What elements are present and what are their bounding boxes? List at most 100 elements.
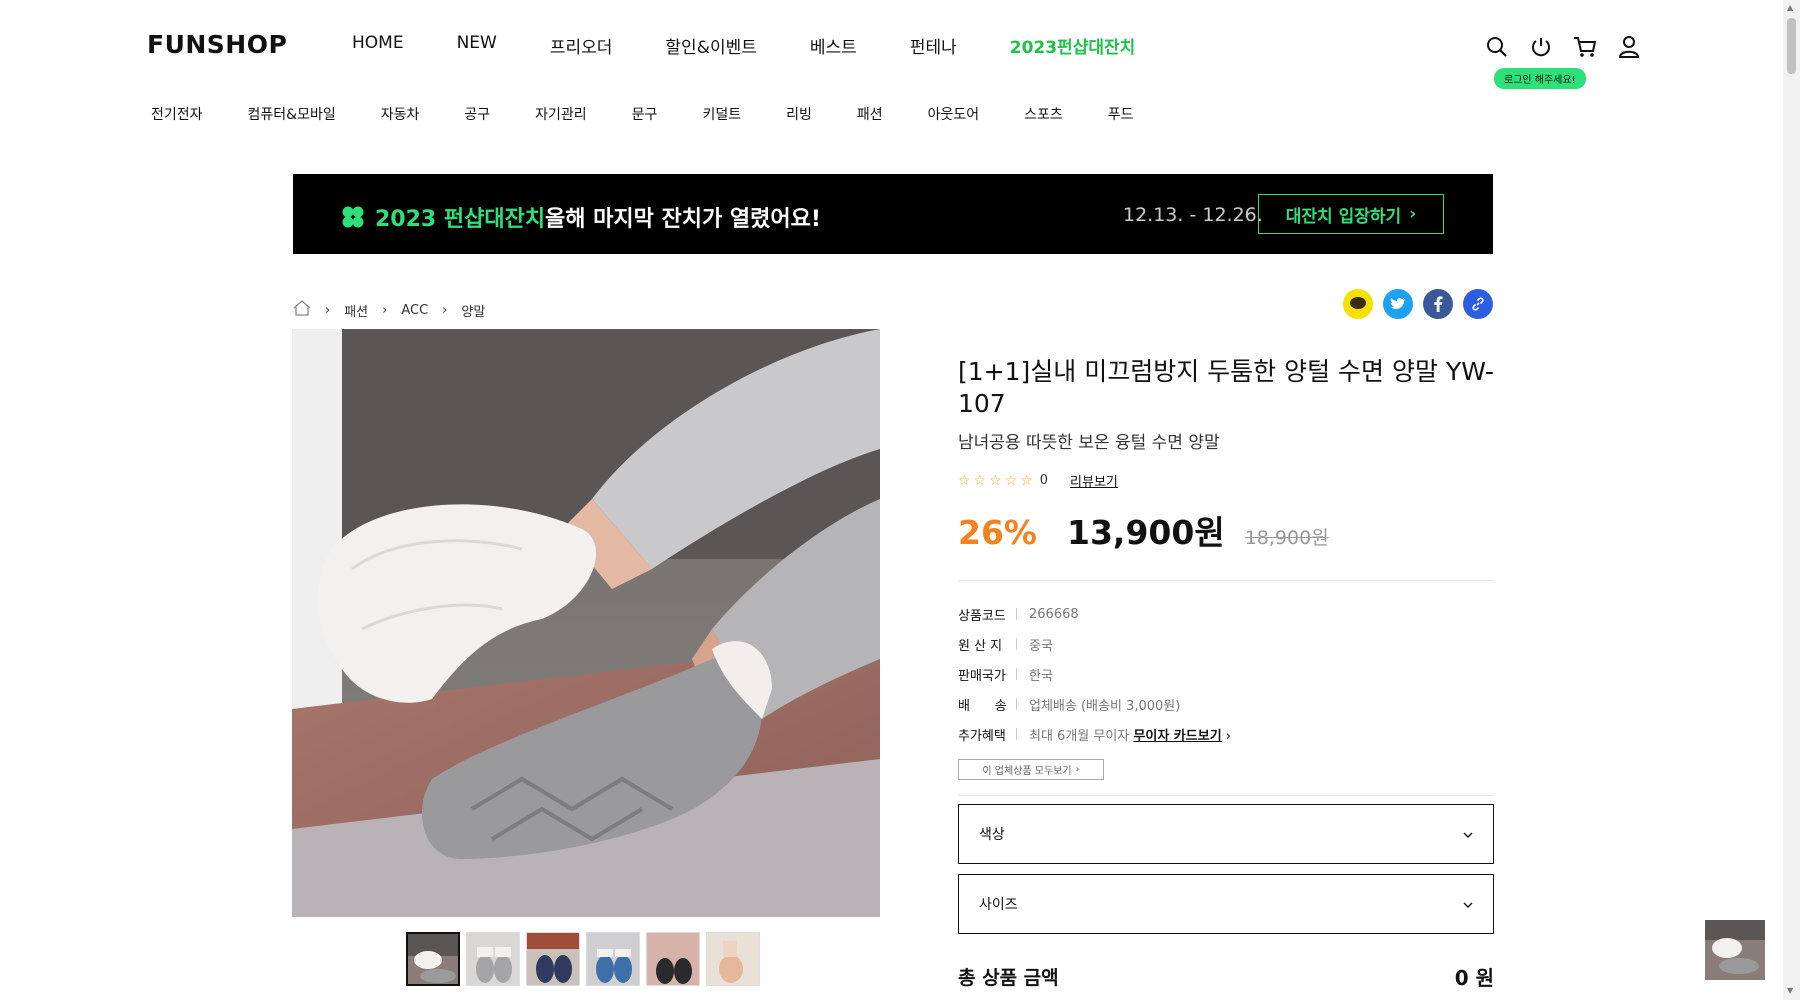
review-link[interactable]: 리뷰보기	[1070, 471, 1118, 490]
scrollbar-thumb[interactable]	[1787, 18, 1796, 74]
power-icon[interactable]	[1528, 34, 1554, 60]
spec-value: 업체배송 (배송비 3,000원)	[1029, 698, 1181, 714]
breadcrumb-socks[interactable]: 양말	[461, 301, 485, 320]
star-rating: ☆☆☆☆☆	[958, 472, 1036, 489]
banner-enter-button[interactable]: 대잔치 입장하기 ›	[1258, 194, 1444, 234]
thumbnail-3[interactable]	[526, 932, 580, 986]
nav-festival[interactable]: 2023펀샵대잔치	[1010, 33, 1136, 58]
home-icon[interactable]	[293, 300, 311, 320]
spec-label: 상품코드	[958, 608, 1006, 624]
thumbnail-6[interactable]	[706, 932, 760, 986]
divider	[1016, 608, 1017, 620]
color-select[interactable]: 색상	[958, 804, 1494, 864]
festival-banner[interactable]: 2023 펀샵대잔치 올해 마지막 잔치가 열렸어요! 12.13. - 12.…	[293, 174, 1493, 254]
recent-product-thumbnail[interactable]	[1705, 920, 1765, 980]
divider	[958, 580, 1494, 581]
cat-selfcare[interactable]: 자기관리	[535, 104, 587, 124]
spec-label: 원 산 지	[958, 638, 1003, 654]
product-main-image[interactable]	[292, 329, 880, 917]
breadcrumb-fashion[interactable]: 패션	[344, 301, 368, 320]
nav-sale-event[interactable]: 할인&이벤트	[665, 33, 756, 58]
total-row: 총 상품 금액 0 원	[958, 962, 1494, 991]
spec-label: 배 송	[958, 698, 1007, 714]
link-copy-icon[interactable]	[1463, 289, 1493, 319]
spec-row-origin: 원 산 지 중국	[958, 629, 1494, 659]
twitter-share-icon[interactable]	[1383, 289, 1413, 319]
vendor-button-label: 이 업체상품 모두보기	[982, 766, 1072, 777]
thumbnail-2[interactable]	[466, 932, 520, 986]
banner-title: 2023 펀샵대잔치	[341, 201, 545, 233]
review-count: 0	[1039, 473, 1049, 488]
spec-row-benefit: 추가혜택 최대 6개월 무이자 무이자 카드보기 ›	[958, 719, 1494, 749]
benefit-text: 최대 6개월 무이자	[1029, 728, 1130, 744]
product-info: [1+1]실내 미끄럼방지 두툼한 양털 수면 양말 YW-107 남녀공용 따…	[958, 356, 1494, 991]
cart-icon[interactable]	[1572, 34, 1598, 60]
divider	[1016, 668, 1017, 680]
spec-label: 판매국가	[958, 668, 1006, 684]
size-select[interactable]: 사이즈	[958, 874, 1494, 934]
divider	[1016, 698, 1017, 710]
cat-fashion[interactable]: 패션	[857, 104, 883, 124]
scroll-up-icon[interactable]: ▲	[1787, 3, 1793, 12]
spec-row-code: 상품코드 266668	[958, 599, 1494, 629]
utility-icons	[1484, 34, 1642, 60]
spec-value: 한국	[1029, 668, 1053, 684]
cat-electronics[interactable]: 전기전자	[151, 104, 203, 124]
nav-home[interactable]: HOME	[352, 33, 404, 58]
total-amount: 0 원	[1454, 966, 1494, 990]
scroll-down-icon[interactable]: ▼	[1787, 986, 1793, 995]
rating-row: ☆☆☆☆☆ 0 리뷰보기	[958, 471, 1494, 491]
cat-living[interactable]: 리빙	[786, 104, 812, 124]
page-scrollbar[interactable]: ▲ ▼	[1783, 0, 1800, 1000]
color-select-label: 색상	[979, 827, 1005, 843]
interest-free-card-link[interactable]: 무이자 카드보기	[1133, 729, 1221, 744]
product-subtitle: 남녀공용 따뜻한 보온 융털 수면 양말	[958, 433, 1220, 453]
divider	[1016, 728, 1017, 740]
product-title: [1+1]실내 미끄럼방지 두툼한 양털 수면 양말 YW-107	[958, 357, 1494, 418]
divider	[958, 795, 1494, 796]
logo[interactable]: FUNSHOP	[147, 30, 287, 59]
category-nav: 전기전자 컴퓨터&모바일 자동차 공구 자기관리 문구 키덜트 리빙 패션 아웃…	[151, 104, 1179, 124]
chevron-right-icon: ›	[1075, 764, 1080, 775]
chevron-right-icon: ›	[1225, 728, 1231, 744]
cat-tools[interactable]: 공구	[464, 104, 490, 124]
share-buttons	[1343, 289, 1493, 319]
spec-value: 266668	[1029, 606, 1079, 622]
cat-sports[interactable]: 스포츠	[1024, 104, 1063, 124]
spec-label: 추가혜택	[958, 728, 1006, 744]
kakaotalk-share-icon[interactable]	[1343, 289, 1373, 319]
cat-outdoor[interactable]: 아웃도어	[928, 104, 980, 124]
cat-computer-mobile[interactable]: 컴퓨터&모바일	[248, 104, 336, 124]
divider	[1016, 638, 1017, 650]
chevron-right-icon: ›	[325, 302, 331, 318]
discount-rate: 26%	[958, 513, 1037, 552]
cat-food[interactable]: 푸드	[1108, 104, 1134, 124]
facebook-share-icon[interactable]	[1423, 289, 1453, 319]
size-select-label: 사이즈	[979, 897, 1018, 913]
nav-new[interactable]: NEW	[457, 33, 497, 58]
nav-preorder[interactable]: 프리오더	[550, 33, 613, 58]
nav-funtenna[interactable]: 펀테나	[910, 33, 957, 58]
banner-subtitle: 올해 마지막 잔치가 열렸어요!	[545, 207, 821, 232]
search-icon[interactable]	[1484, 34, 1510, 60]
chevron-right-icon: ›	[382, 302, 388, 318]
breadcrumb: › 패션 › ACC › 양말	[293, 300, 485, 320]
user-icon[interactable]	[1616, 34, 1642, 60]
banner-title-text: 2023 펀샵대잔치	[375, 207, 546, 232]
vendor-products-button[interactable]: 이 업체상품 모두보기 ›	[958, 759, 1104, 780]
spec-value: 최대 6개월 무이자 무이자 카드보기 ›	[1029, 725, 1231, 744]
spec-table: 상품코드 266668 원 산 지 중국 판매국가 한국 배 송 업체배송 (배…	[958, 599, 1494, 749]
thumbnail-strip	[406, 932, 760, 986]
thumbnail-1[interactable]	[406, 932, 460, 986]
breadcrumb-acc[interactable]: ACC	[401, 303, 428, 318]
banner-date: 12.13. - 12.26.	[1123, 204, 1263, 226]
cat-stationery[interactable]: 문구	[632, 104, 658, 124]
cat-kidult[interactable]: 키덜트	[702, 104, 741, 124]
thumbnail-4[interactable]	[586, 932, 640, 986]
cat-car[interactable]: 자동차	[381, 104, 420, 124]
spec-row-country: 판매국가 한국	[958, 659, 1494, 689]
thumbnail-5[interactable]	[646, 932, 700, 986]
total-label: 총 상품 금액	[958, 967, 1059, 989]
login-badge[interactable]: 로그인 해주세요!	[1494, 68, 1586, 89]
nav-best[interactable]: 베스트	[810, 33, 857, 58]
